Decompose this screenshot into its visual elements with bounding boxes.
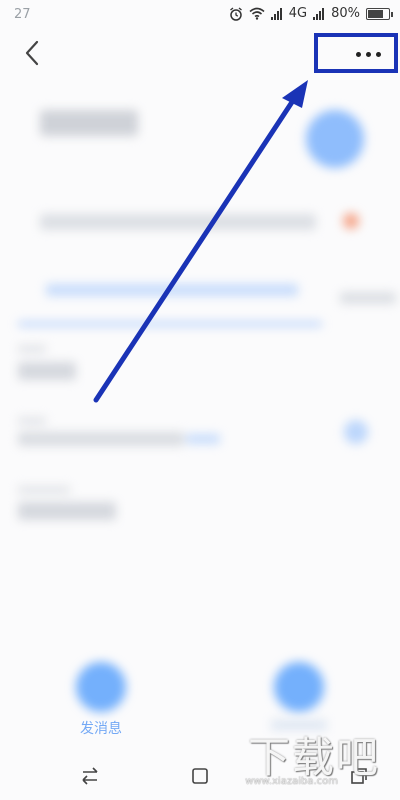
field-link[interactable] [186,434,220,444]
field-label [18,345,46,353]
tab-indicator [18,322,322,326]
call-button[interactable] [264,662,334,730]
more-options-button[interactable] [356,52,381,57]
signal-icon [270,7,282,20]
switch-button[interactable] [76,762,104,790]
status-bar: 27 4G 80% [0,0,400,30]
more-dot [356,52,361,57]
network-type: 4G [288,6,308,21]
more-dot [376,52,381,57]
more-dot [366,52,371,57]
battery-icon [366,7,393,20]
profile-link[interactable] [46,284,298,296]
send-message-label: 发消息 [80,721,122,737]
status-time: 27 [14,7,31,22]
phone-screen: 27 4G 80% 发消息 下载吧 www.xiazaiba.com [0,0,400,800]
battery-percent: 80% [331,6,360,21]
alarm-icon [229,6,242,21]
battery-fill [368,9,383,18]
switch-icon [82,767,98,785]
side-action-icon[interactable] [344,420,368,444]
profile-description [40,214,316,230]
notification-dot [343,213,359,229]
avatar[interactable] [306,110,364,168]
back-button[interactable] [18,38,48,68]
call-icon [274,662,324,712]
field-value [18,362,76,380]
home-button[interactable] [186,762,214,790]
signal-icon [313,7,325,20]
field-value [18,502,116,520]
profile-name [40,110,138,136]
send-message-icon [76,662,126,712]
field-label [18,486,70,494]
field-label [18,417,46,425]
chevron-left-icon [25,40,39,66]
status-indicators: 4G 80% [229,6,393,21]
watermark-url: www.xiazaiba.com [245,776,338,787]
home-icon [192,768,208,784]
side-text [340,292,396,304]
field-value [18,432,184,446]
send-message-button[interactable]: 发消息 [66,662,136,738]
wifi-icon [249,7,265,20]
